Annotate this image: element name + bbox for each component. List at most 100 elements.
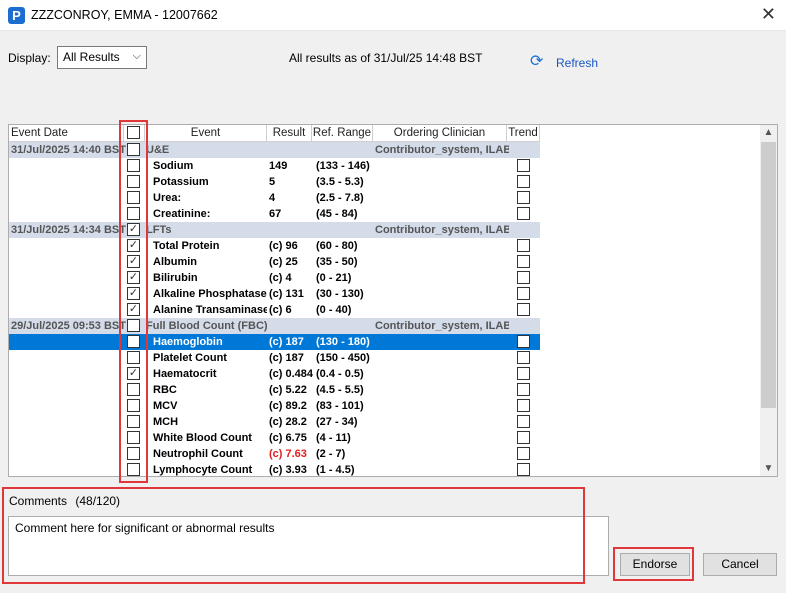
- results-rows: 31/Jul/2025 14:40 BST U&E Contributor_syst…: [9, 142, 540, 476]
- trend-checkbox[interactable]: [517, 271, 530, 284]
- scroll-up-icon[interactable]: ▲: [760, 127, 777, 138]
- trend-checkbox[interactable]: [517, 447, 530, 460]
- table-row[interactable]: White Blood Count (c) 6.75 (4 - 11): [9, 430, 540, 446]
- table-row[interactable]: Urea: 4 (2.5 - 7.8): [9, 190, 540, 206]
- scroll-down-icon[interactable]: ▼: [760, 463, 777, 474]
- table-row[interactable]: RBC (c) 5.22 (4.5 - 5.5): [9, 382, 540, 398]
- event-name: Potassium: [153, 176, 209, 188]
- event-name: Albumin: [153, 256, 197, 268]
- trend-checkbox[interactable]: [517, 175, 530, 188]
- chevron-down-icon: ⌵: [132, 50, 141, 62]
- result-value: (c) 0.484: [269, 368, 314, 380]
- col-header-ordering-clinician[interactable]: Ordering Clinician: [373, 125, 507, 142]
- cancel-button[interactable]: Cancel: [703, 553, 777, 576]
- ref-range: (3.5 - 5.3): [316, 176, 364, 188]
- trend-checkbox[interactable]: [517, 351, 530, 364]
- display-label: Display:: [8, 51, 51, 65]
- trend-checkbox[interactable]: [517, 239, 530, 252]
- display-select[interactable]: All Results ⌵: [57, 46, 147, 69]
- col-header-event[interactable]: Event: [145, 125, 267, 142]
- app-logo-icon: P: [8, 7, 25, 24]
- table-row[interactable]: Creatinine: 67 (45 - 84): [9, 206, 540, 222]
- table-row[interactable]: Neutrophil Count (c) 7.63 (2 - 7): [9, 446, 540, 462]
- ref-range: (130 - 180): [316, 336, 370, 348]
- vertical-scrollbar[interactable]: ▲ ▼: [760, 125, 777, 476]
- col-header-ref-range[interactable]: Ref. Range: [312, 125, 373, 142]
- table-row[interactable]: Sodium 149 (133 - 146): [9, 158, 540, 174]
- trend-checkbox[interactable]: [517, 287, 530, 300]
- event-name: Lymphocyte Count: [153, 464, 253, 476]
- table-row[interactable]: ✓ Alkaline Phosphatase (c) 131 (30 - 130): [9, 286, 540, 302]
- table-row[interactable]: MCH (c) 28.2 (27 - 34): [9, 414, 540, 430]
- group-row[interactable]: 29/Jul/2025 09:53 BST Full Blood Count (F…: [9, 318, 540, 334]
- event-name: Bilirubin: [153, 272, 198, 284]
- ref-range: (45 - 84): [316, 208, 358, 220]
- event-name: Alkaline Phosphatase: [153, 288, 267, 300]
- event-name: Sodium: [153, 160, 194, 172]
- trend-checkbox[interactable]: [517, 431, 530, 444]
- result-value: (c) 7.63: [269, 448, 307, 460]
- ref-range: (30 - 130): [316, 288, 364, 300]
- table-row[interactable]: Platelet Count (c) 187 (150 - 450): [9, 350, 540, 366]
- event-name: White Blood Count: [153, 432, 252, 444]
- ref-range: (133 - 146): [316, 160, 370, 172]
- event-date: 31/Jul/2025 14:34 BST: [11, 224, 126, 236]
- col-header-trend[interactable]: Trend: [507, 125, 540, 142]
- result-value: 5: [269, 176, 276, 188]
- trend-checkbox[interactable]: [517, 159, 530, 172]
- result-value: (c) 6: [269, 304, 292, 316]
- trend-checkbox[interactable]: [517, 367, 530, 380]
- table-row[interactable]: ✓ Albumin (c) 25 (35 - 50): [9, 254, 540, 270]
- display-select-value: All Results: [63, 50, 120, 64]
- refresh-link[interactable]: Refresh: [556, 56, 598, 70]
- table-row[interactable]: ✓ Alanine Transaminase * (c) 6 (0 - 40): [9, 302, 540, 318]
- result-value: (c) 187: [269, 336, 304, 348]
- table-row[interactable]: ✓ Total Protein (c) 96 (60 - 80): [9, 238, 540, 254]
- ref-range: (2 - 7): [316, 448, 346, 460]
- window-title: ZZZCONROY, EMMA - 12007662: [31, 8, 218, 22]
- trend-checkbox[interactable]: [517, 207, 530, 220]
- group-row[interactable]: 31/Jul/2025 14:34 BST ✓ LFTs Contributor_sy…: [9, 222, 540, 238]
- col-header-result[interactable]: Result: [267, 125, 312, 142]
- event-name: MCH: [153, 416, 179, 428]
- ref-range: (0 - 40): [316, 304, 352, 316]
- refresh-icon[interactable]: ⟳: [530, 53, 548, 71]
- comments-highlight: [2, 487, 585, 584]
- table-row[interactable]: ✓ Haematocrit (c) 0.484 (0.4 - 0.5): [9, 366, 540, 382]
- group-event-name: LFTs: [146, 224, 172, 236]
- table-row[interactable]: MCV (c) 89.2 (83 - 101): [9, 398, 540, 414]
- table-row[interactable]: Potassium 5 (3.5 - 5.3): [9, 174, 540, 190]
- trend-checkbox[interactable]: [517, 415, 530, 428]
- result-value: (c) 89.2: [269, 400, 307, 412]
- ref-range: (150 - 450): [316, 352, 370, 364]
- trend-checkbox[interactable]: [517, 335, 530, 348]
- event-name: MCV: [153, 400, 178, 412]
- result-value: (c) 4: [269, 272, 292, 284]
- trend-checkbox[interactable]: [517, 399, 530, 412]
- ordering-clinician: Contributor_system, ILAB: [375, 320, 509, 332]
- table-row[interactable]: ✓ Bilirubin (c) 4 (0 - 21): [9, 270, 540, 286]
- result-value: (c) 28.2: [269, 416, 307, 428]
- results-as-of: All results as of 31/Jul/25 14:48 BST: [289, 51, 483, 65]
- checkbox-column-highlight: [119, 120, 148, 483]
- result-value: (c) 131: [269, 288, 304, 300]
- trend-checkbox[interactable]: [517, 191, 530, 204]
- ref-range: (27 - 34): [316, 416, 358, 428]
- event-name: Platelet Count: [153, 352, 227, 364]
- group-row[interactable]: 31/Jul/2025 14:40 BST U&E Contributor_syst…: [9, 142, 540, 158]
- ref-range: (4.5 - 5.5): [316, 384, 364, 396]
- ref-range: (1 - 4.5): [316, 464, 355, 476]
- trend-checkbox[interactable]: [517, 255, 530, 268]
- result-value: (c) 6.75: [269, 432, 307, 444]
- trend-checkbox[interactable]: [517, 383, 530, 396]
- close-icon[interactable]: ✕: [761, 4, 776, 25]
- scroll-thumb[interactable]: [761, 142, 776, 408]
- col-header-event-date[interactable]: Event Date: [9, 125, 124, 142]
- ref-range: (60 - 80): [316, 240, 358, 252]
- result-value: 149: [269, 160, 288, 172]
- trend-checkbox[interactable]: [517, 303, 530, 316]
- table-row[interactable]: Haemoglobin (c) 187 (130 - 180): [9, 334, 540, 350]
- event-date: 31/Jul/2025 14:40 BST: [11, 144, 126, 156]
- trend-checkbox[interactable]: [517, 463, 530, 476]
- table-row[interactable]: Lymphocyte Count (c) 3.93 (1 - 4.5): [9, 462, 540, 476]
